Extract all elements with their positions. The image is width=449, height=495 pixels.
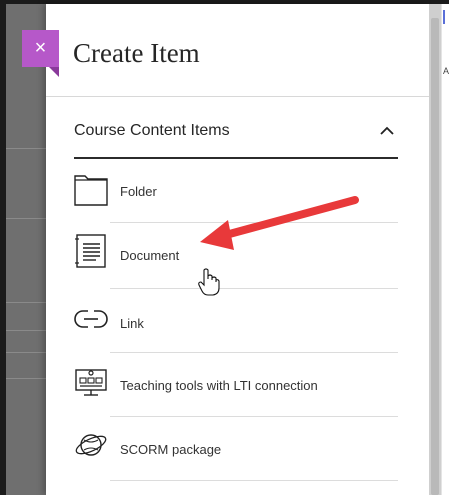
background-divider bbox=[6, 352, 46, 353]
item-label: Document bbox=[120, 248, 180, 263]
create-link-item[interactable]: Link bbox=[74, 298, 398, 356]
section-divider bbox=[74, 157, 398, 159]
create-folder-item[interactable]: Folder bbox=[74, 170, 398, 228]
close-button[interactable]: × bbox=[22, 30, 59, 67]
background-divider bbox=[6, 218, 46, 219]
section-title: Course Content Items bbox=[74, 122, 230, 139]
scorm-icon bbox=[75, 434, 107, 456]
background-divider bbox=[6, 378, 46, 379]
item-label: Link bbox=[120, 316, 144, 331]
panel-scrollbar-thumb[interactable] bbox=[431, 18, 439, 495]
item-separator bbox=[110, 352, 398, 353]
item-separator bbox=[110, 288, 398, 289]
chevron-up-icon bbox=[380, 126, 394, 135]
background-accent bbox=[443, 10, 445, 24]
item-separator bbox=[110, 416, 398, 417]
course-content-items-toggle[interactable]: Course Content Items bbox=[74, 120, 398, 144]
background-divider bbox=[6, 330, 46, 331]
close-icon: × bbox=[34, 37, 47, 59]
title-divider bbox=[46, 96, 429, 97]
lti-icon bbox=[75, 369, 107, 396]
folder-icon bbox=[74, 175, 108, 206]
background-divider bbox=[6, 148, 46, 149]
item-label: Folder bbox=[120, 184, 157, 199]
create-lti-item[interactable]: Teaching tools with LTI connection bbox=[74, 362, 398, 420]
background-content-strip bbox=[441, 4, 449, 495]
link-icon bbox=[74, 310, 108, 328]
item-separator bbox=[110, 222, 398, 223]
background-divider bbox=[6, 302, 46, 303]
panel-title: Create Item bbox=[73, 38, 200, 68]
screenshot-frame: × Create Item Course Content Items Folde… bbox=[0, 0, 449, 495]
item-label: Teaching tools with LTI connection bbox=[120, 378, 318, 393]
item-label: SCORM package bbox=[120, 442, 222, 457]
create-scorm-item[interactable]: SCORM package bbox=[74, 426, 398, 484]
hand-cursor-icon bbox=[198, 268, 220, 296]
background-page bbox=[6, 4, 46, 495]
document-icon bbox=[75, 234, 106, 268]
item-separator bbox=[110, 480, 398, 481]
background-letter: A bbox=[443, 66, 449, 76]
window-border-left bbox=[0, 0, 6, 495]
close-button-tab bbox=[49, 67, 59, 77]
create-document-item[interactable]: Document bbox=[74, 232, 398, 290]
